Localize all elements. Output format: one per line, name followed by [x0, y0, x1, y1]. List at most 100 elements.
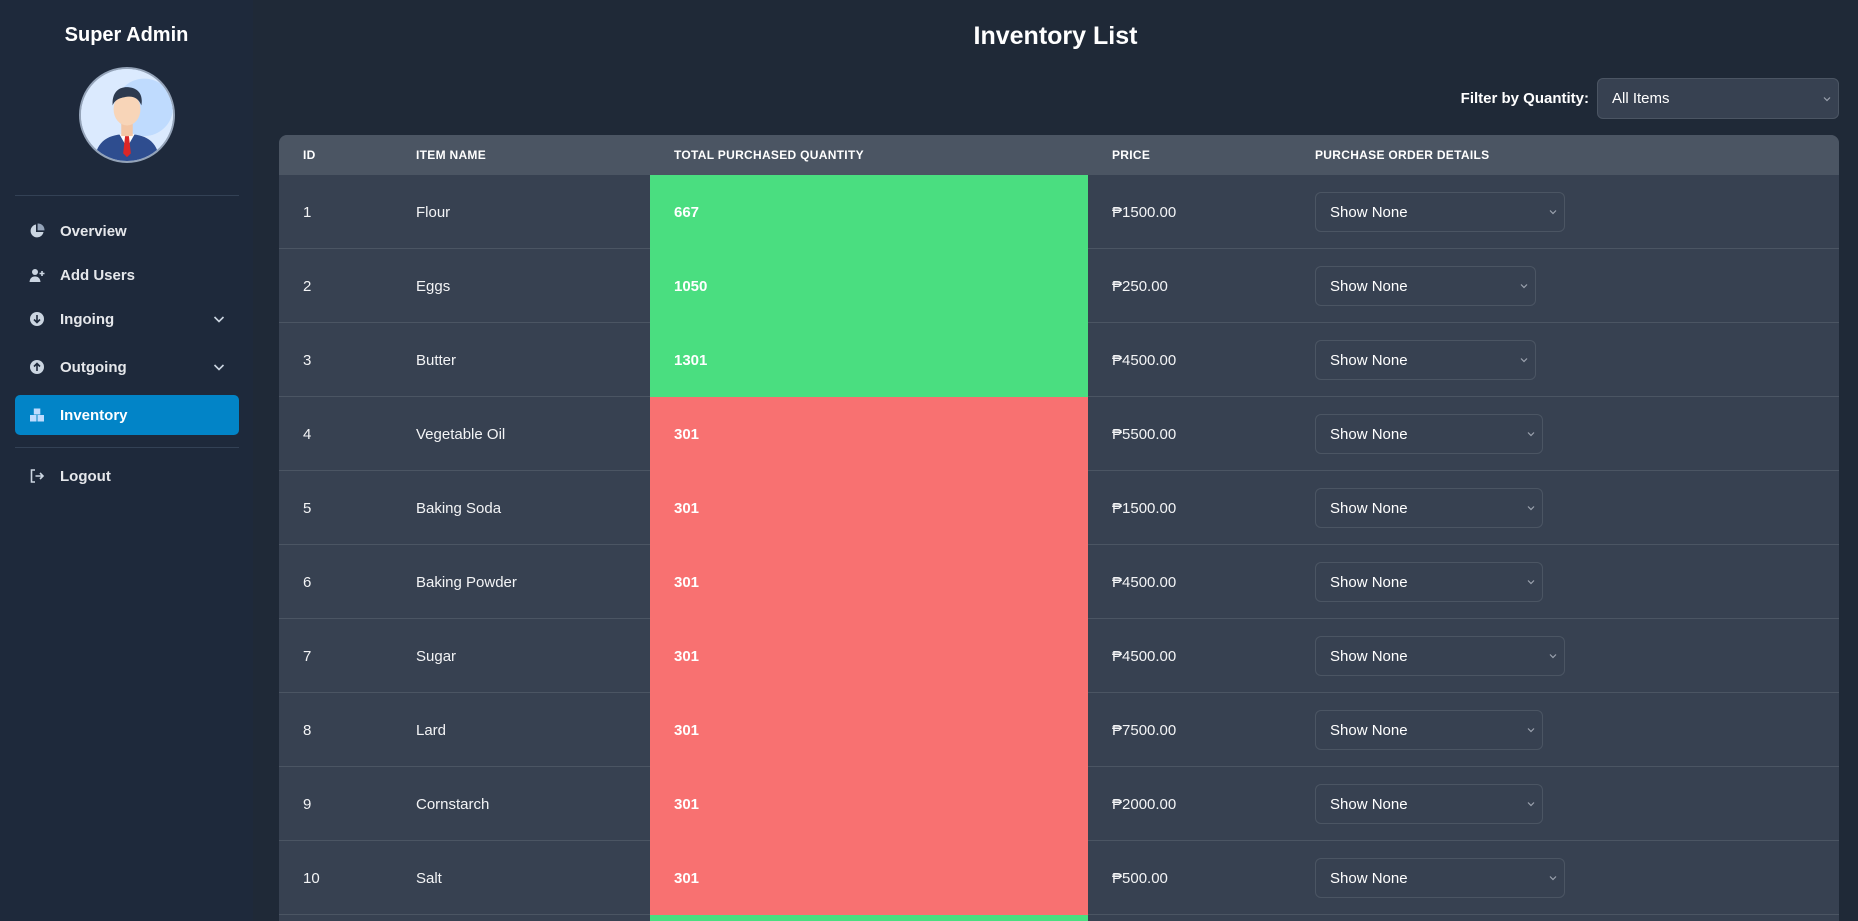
- chevron-down-icon: [1526, 725, 1536, 735]
- purchase-order-details-select[interactable]: Show None: [1315, 562, 1543, 602]
- select-value: Show None: [1330, 277, 1408, 295]
- table-row: 6 Baking Powder 301 ₱4500.00 Show None: [279, 545, 1839, 619]
- table-row: 1 Flour 667 ₱1500.00 Show None: [279, 175, 1839, 249]
- sidebar-item-add-users[interactable]: Add Users: [15, 255, 239, 295]
- cell-quantity: 301: [650, 841, 1088, 915]
- select-value: Show None: [1330, 203, 1408, 221]
- cell-id: 10: [303, 869, 320, 887]
- cell-quantity: 301: [650, 767, 1088, 841]
- cell-id: 3: [303, 351, 312, 369]
- cell-id: 8: [303, 721, 312, 739]
- cell-price: ₱4500.00: [1112, 351, 1177, 369]
- select-value: Show None: [1330, 573, 1408, 591]
- table-header: ID ITEM NAME TOTAL PURCHASED QUANTITY PR…: [279, 135, 1839, 175]
- chevron-down-icon: [1548, 207, 1558, 217]
- select-value: Show None: [1330, 425, 1408, 443]
- cell-item-name: Flour: [416, 203, 451, 221]
- cell-id: 6: [303, 573, 312, 591]
- cell-item-name: Baking Soda: [416, 499, 502, 517]
- purchase-order-details-select[interactable]: Show None: [1315, 488, 1543, 528]
- select-value: Show None: [1330, 499, 1408, 517]
- purchase-order-details-select[interactable]: Show None: [1315, 192, 1565, 232]
- purchase-order-details-select[interactable]: Show None: [1315, 710, 1543, 750]
- sidebar-item-label: Outgoing: [60, 358, 127, 376]
- logout-button[interactable]: Logout: [15, 456, 239, 496]
- sidebar-title: Super Admin: [64, 24, 189, 46]
- cell-id: 2: [303, 277, 312, 295]
- cell-price: ₱4500.00: [1112, 647, 1177, 665]
- cell-price: ₱1500.00: [1112, 203, 1177, 221]
- chevron-down-icon: [1526, 503, 1536, 513]
- purchase-order-details-select[interactable]: Show None: [1315, 784, 1543, 824]
- cell-item-name: Lard: [416, 721, 447, 739]
- purchase-order-details-select[interactable]: Show None: [1315, 414, 1543, 454]
- select-value: Show None: [1330, 869, 1408, 887]
- cell-price: ₱1500.00: [1112, 499, 1177, 517]
- select-value: Show None: [1330, 795, 1408, 813]
- purchase-order-details-select[interactable]: Show None: [1315, 340, 1536, 380]
- column-header-quantity: TOTAL PURCHASED QUANTITY: [674, 148, 864, 162]
- cell-item-name: Butter: [416, 351, 457, 369]
- sidebar-item-inventory[interactable]: Inventory: [15, 395, 239, 435]
- inventory-table: ID ITEM NAME TOTAL PURCHASED QUANTITY PR…: [279, 135, 1839, 921]
- chevron-down-icon: [1519, 281, 1529, 291]
- cell-price: ₱7500.00: [1112, 721, 1177, 739]
- arrow-up-circle-icon: [28, 358, 46, 376]
- cell-quantity: 301: [650, 397, 1088, 471]
- sidebar-item-overview[interactable]: Overview: [15, 211, 239, 251]
- chevron-down-icon: [1526, 799, 1536, 809]
- page-title: Inventory List: [973, 22, 1138, 50]
- filter-label: Filter by Quantity:: [1460, 90, 1589, 107]
- sidebar-divider: [15, 195, 239, 196]
- cell-quantity: 301: [650, 619, 1088, 693]
- purchase-order-details-select[interactable]: Show None: [1315, 636, 1565, 676]
- sidebar: Super Admin Overview Add Users Ingoing O…: [0, 0, 253, 921]
- cell-price: ₱2000.00: [1112, 795, 1177, 813]
- purchase-order-details-select[interactable]: Show None: [1315, 858, 1565, 898]
- cell-id: 1: [303, 203, 312, 221]
- select-value: Show None: [1330, 351, 1408, 369]
- cell-quantity: 301: [650, 693, 1088, 767]
- chevron-down-icon[interactable]: [211, 311, 227, 327]
- quantity-filter-select[interactable]: All Items: [1597, 78, 1839, 119]
- sidebar-divider: [15, 447, 239, 448]
- chevron-down-icon: [1548, 651, 1558, 661]
- chevron-down-icon: [1526, 577, 1536, 587]
- sidebar-item-label: Add Users: [60, 266, 136, 284]
- cell-price: ₱250.00: [1112, 277, 1168, 295]
- next-row-quantity-peek: [650, 915, 1088, 921]
- cell-id: 4: [303, 425, 312, 443]
- chevron-down-icon: [1526, 429, 1536, 439]
- cell-quantity: 1301: [650, 323, 1088, 397]
- cell-item-name: Sugar: [416, 647, 457, 665]
- table-row: 9 Cornstarch 301 ₱2000.00 Show None: [279, 767, 1839, 841]
- sidebar-item-ingoing[interactable]: Ingoing: [15, 299, 239, 339]
- cell-item-name: Eggs: [416, 277, 451, 295]
- column-header-purchase-order-details: PURCHASE ORDER DETAILS: [1315, 148, 1490, 162]
- cell-id: 7: [303, 647, 312, 665]
- chevron-down-icon[interactable]: [211, 359, 227, 375]
- chevron-down-icon: [1822, 94, 1832, 104]
- column-header-price: PRICE: [1112, 148, 1151, 162]
- user-plus-icon: [28, 266, 46, 284]
- table-row: 4 Vegetable Oil 301 ₱5500.00 Show None: [279, 397, 1839, 471]
- column-header-id: ID: [303, 148, 316, 162]
- cell-item-name: Salt: [416, 869, 442, 887]
- chart-pie-icon: [28, 222, 46, 240]
- logout-label: Logout: [60, 467, 111, 485]
- sidebar-item-label: Ingoing: [60, 310, 115, 328]
- purchase-order-details-select[interactable]: Show None: [1315, 266, 1536, 306]
- filter-value: All Items: [1612, 90, 1670, 107]
- avatar: [79, 67, 175, 163]
- sidebar-item-label: Overview: [60, 222, 127, 240]
- select-value: Show None: [1330, 721, 1408, 739]
- avatar-icon: [81, 69, 173, 161]
- table-row: 8 Lard 301 ₱7500.00 Show None: [279, 693, 1839, 767]
- cell-item-name: Vegetable Oil: [416, 425, 506, 443]
- table-row: 7 Sugar 301 ₱4500.00 Show None: [279, 619, 1839, 693]
- select-value: Show None: [1330, 647, 1408, 665]
- table-row: 3 Butter 1301 ₱4500.00 Show None: [279, 323, 1839, 397]
- sidebar-item-outgoing[interactable]: Outgoing: [15, 347, 239, 387]
- boxes-icon: [28, 406, 46, 424]
- table-row: 10 Salt 301 ₱500.00 Show None: [279, 841, 1839, 915]
